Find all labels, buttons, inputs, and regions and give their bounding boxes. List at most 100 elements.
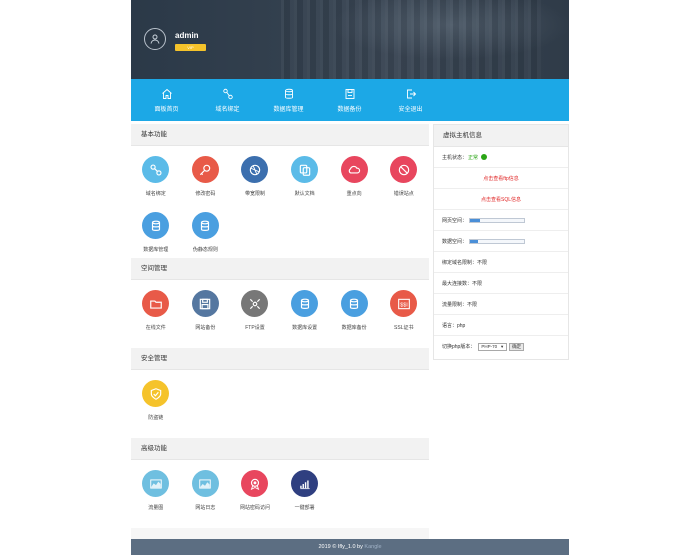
language-row: 语言：php [434,315,568,336]
cloud-icon [340,156,368,183]
tile-site-log[interactable]: 网站日志 [181,470,231,526]
nav-item-label: 面板首页 [154,106,179,113]
tile-label: 数据库备份 [341,325,367,331]
key-icon [191,156,219,183]
award-icon [241,470,269,497]
tile-hotlink-protect[interactable]: 防盗链 [131,380,181,436]
database-icon [142,212,170,239]
nav-item-label: 数据备份 [337,106,362,113]
link-icon [222,88,233,99]
nav-item-logout[interactable]: 安全退出 [380,79,441,121]
bar-chart-icon [291,470,319,497]
tile-label: 数据库设置 [292,325,318,331]
nav-item-backup[interactable]: 数据备份 [319,79,380,121]
confirm-button[interactable]: 确定 [509,342,525,351]
tile-password-access[interactable]: 网站密码访问 [230,470,280,526]
top-nav: 面板首页 域名绑定 数据库管理 数据备份 安全退出 [131,79,569,121]
tile-error-site[interactable]: 错误站点 [379,156,429,212]
tile-label: 网站密码访问 [239,505,270,511]
tile-label: 带宽限制 [244,191,265,197]
nav-item-home[interactable]: 面板首页 [136,79,197,121]
tile-online-files[interactable]: 在线文件 [131,290,181,346]
database-icon [340,290,368,317]
db-space-row: 数据空间： [434,231,568,252]
section-title-advanced: 高级功能 [131,438,429,460]
check-icon [481,154,488,160]
home-icon [161,88,172,99]
tile-label: 一键部署 [294,505,315,511]
tile-label: 修改密码 [195,191,216,197]
tile-one-click-deploy[interactable]: 一键部署 [280,470,330,526]
nav-item-domain[interactable]: 域名绑定 [197,79,258,121]
tile-site-backup[interactable]: 网站备份 [181,290,231,346]
tile-grid-space: 在线文件 网站备份 FTP设置 数据库设置 数据库备份 $$I SSL证书 [131,280,429,348]
tile-domain-bind[interactable]: 域名绑定 [131,156,181,212]
copy-icon [291,156,319,183]
logout-icon [406,89,416,98]
nav-item-database[interactable]: 数据库管理 [258,79,319,121]
folder-icon [142,290,170,317]
user-icon [150,34,160,44]
tile-ftp-settings[interactable]: FTP设置 [230,290,280,346]
footer-brand-link[interactable]: Kangle [364,544,381,550]
tile-db-backup[interactable]: 数据库备份 [329,290,379,346]
tile-grid-basic: 域名绑定 修改密码 带宽限制 默认文档 重点向 错误站点 数据库管理 伪静态规则 [131,146,429,258]
ssl-icon: $$I [390,290,418,317]
shield-icon [142,380,170,407]
tile-default-doc[interactable]: 默认文档 [280,156,330,212]
db-space-bar [469,238,526,244]
tile-label: FTP设置 [245,325,265,331]
chart-area-icon [142,470,170,497]
tile-label: 流量图 [148,505,164,511]
tile-grid-security: 防盗链 [131,370,429,438]
ftp-icon [241,290,269,317]
host-info-panel: 虚拟主机信息 主机状态： 正常 点击查看ftp信息 点击查看SQL信息 网页空间… [433,124,569,360]
host-status-value: 正常 [468,154,479,161]
footer-text: 2019 © Ifly_1.0 by [318,544,365,550]
username: admin [175,31,199,40]
web-space-label: 网页空间： [442,217,468,224]
ftp-info-link[interactable]: 点击查看ftp信息 [434,168,568,189]
database-icon [291,290,319,317]
sql-info-link[interactable]: 点击查看SQL信息 [434,189,568,210]
tile-change-password[interactable]: 修改密码 [181,156,231,212]
tile-label: 域名绑定 [145,191,166,197]
tile-label: 网站日志 [195,505,216,511]
tile-label: 数据库管理 [143,247,169,253]
ban-icon [390,156,418,183]
main-panel: 基本功能 域名绑定 修改密码 带宽限制 默认文档 重点向 错误站点 数据库管理 … [131,124,429,539]
web-space-bar [469,217,526,223]
nav-item-label: 数据库管理 [273,106,304,113]
tile-label: 网站备份 [195,325,216,331]
tile-traffic-chart[interactable]: 流量图 [131,470,181,526]
tile-grid-advanced: 流量图 网站日志 网站密码访问 一键部署 [131,460,429,528]
php-version-select[interactable]: PHP-70 ▼ [478,342,508,351]
bind-limit-row: 绑定域名限制：不限 [434,252,568,273]
web-space-fill [470,218,480,222]
floppy-icon [191,290,219,317]
host-status-label: 主机状态： [442,154,468,161]
chart-area-icon [191,470,219,497]
svg-text:$$I: $$I [400,302,407,308]
host-status-row: 主机状态： 正常 [434,147,568,168]
max-conn-row: 最大连接数：不限 [434,273,568,294]
globe-icon [241,156,269,183]
tile-label: SSL证书 [394,325,414,331]
tile-redirect[interactable]: 重点向 [329,156,379,212]
tile-label: 错误站点 [393,191,414,197]
tile-label: 在线文件 [145,325,166,331]
tile-rewrite-rules[interactable]: 伪静态规则 [181,212,231,268]
chevron-down-icon: ▼ [500,343,505,349]
avatar[interactable] [144,28,166,50]
traffic-limit-row: 流量限制：不限 [434,294,568,315]
tile-bandwidth-limit[interactable]: 带宽限制 [230,156,280,212]
tile-ssl-cert[interactable]: $$I SSL证书 [379,290,429,346]
section-title-security: 安全管理 [131,348,429,370]
footer: 2019 © Ifly_1.0 by Kangle [131,539,569,555]
nav-item-label: 安全退出 [398,106,423,113]
tile-db-settings[interactable]: 数据库设置 [280,290,330,346]
save-icon [345,88,354,99]
tile-label: 默认文档 [294,191,315,197]
php-switch-label: 切换php版本： [442,344,476,350]
nav-item-label: 域名绑定 [215,106,240,113]
